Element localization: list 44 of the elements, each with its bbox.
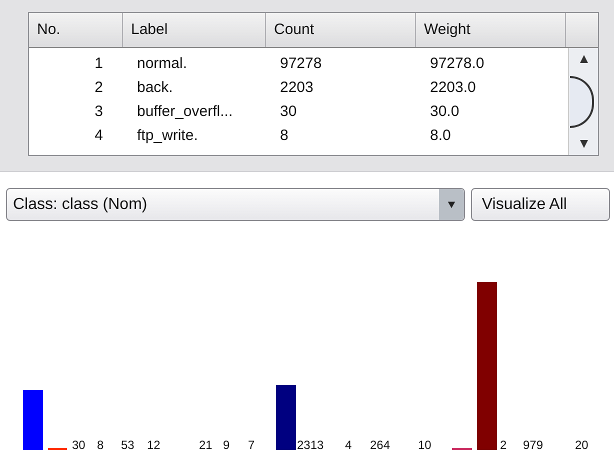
- scroll-down-icon[interactable]: [578, 139, 588, 149]
- table-cell-text: 30: [279, 102, 298, 120]
- count-label: 2: [500, 438, 507, 452]
- table-cell-text: 97278: [279, 54, 323, 72]
- column-header[interactable]: Weight: [416, 13, 566, 47]
- count-label: 7: [248, 438, 255, 452]
- count-label: 30: [72, 438, 86, 452]
- table-cell-text: buffer_overfl...: [136, 102, 234, 120]
- dropdown-arrow-icon[interactable]: [446, 200, 456, 209]
- table-cell-text: back.: [136, 78, 174, 96]
- count-label: 979: [523, 438, 544, 452]
- table-cell-text: 97278.0: [429, 54, 486, 72]
- table-cell-text: 1: [94, 54, 104, 72]
- table-cell-text: 30.0: [429, 102, 460, 120]
- table-cell-text: 8.0: [429, 126, 452, 144]
- count-label: 21: [199, 438, 212, 452]
- count-label: 12: [147, 438, 160, 452]
- table-cell-text: 2: [94, 78, 104, 96]
- histogram-bar: [23, 390, 43, 450]
- scrollbar[interactable]: [568, 48, 598, 155]
- table-cell-text: 2203.0: [429, 78, 477, 96]
- scroll-thumb[interactable]: [570, 76, 594, 128]
- count-label: 8: [97, 438, 104, 452]
- column-header[interactable]: Count: [266, 13, 416, 47]
- table-cell-text: 8: [279, 126, 290, 144]
- table-cell-text: 3: [94, 102, 104, 120]
- column-header[interactable]: No.: [29, 13, 123, 47]
- count-label: 4: [345, 438, 352, 452]
- count-label: 20: [575, 438, 588, 452]
- dropdown-value: Class: class (Nom): [13, 196, 148, 214]
- count-label: 53: [121, 438, 134, 452]
- table-cell-text: 4: [94, 126, 104, 144]
- table-cell-text: ftp_write.: [136, 126, 199, 144]
- count-label: 10: [418, 438, 432, 452]
- visualize-all-button[interactable]: Visualize All: [470, 188, 610, 221]
- table-cell-text: normal.: [136, 54, 188, 72]
- column-header[interactable]: Label: [123, 13, 266, 47]
- class-dropdown[interactable]: Class: class (Nom): [6, 188, 465, 221]
- scroll-up-icon[interactable]: [578, 54, 588, 64]
- count-label: 9: [223, 438, 230, 452]
- table-cell-text: 2203: [279, 78, 314, 96]
- histogram-bar: [276, 385, 296, 450]
- count-label: 2313: [297, 438, 324, 452]
- count-label: 264: [370, 438, 390, 452]
